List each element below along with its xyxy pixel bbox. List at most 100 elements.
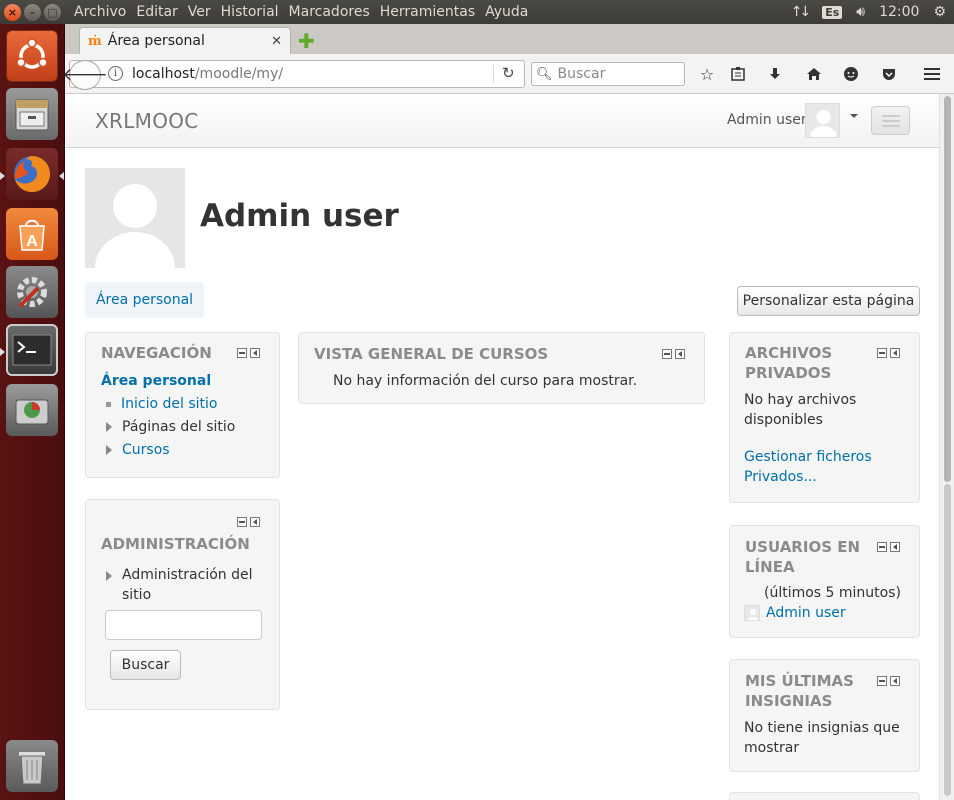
focused-app-indicator (59, 172, 64, 180)
dock-block-icon[interactable] (250, 517, 260, 527)
back-button[interactable]: 🡐 (62, 60, 108, 90)
manage-files-line2: Privados... (744, 469, 817, 485)
admin-site-item[interactable]: Administración del sitio (106, 565, 253, 605)
collapse-block-icon[interactable] (877, 348, 887, 358)
minimize-window-button[interactable]: – (24, 3, 41, 21)
menu-herramientas[interactable]: Herramientas (375, 4, 480, 20)
dock-block-icon[interactable] (890, 542, 900, 552)
badges-message-line2: mostrar (744, 740, 800, 756)
expand-arrow-icon (106, 445, 112, 455)
keyboard-layout-indicator[interactable]: Es (822, 5, 843, 19)
collapse-block-icon[interactable] (237, 348, 247, 358)
terminal-icon[interactable] (6, 324, 58, 376)
block-controls (237, 348, 260, 358)
hamburger-menu-icon[interactable] (922, 64, 942, 84)
dock-block-icon[interactable] (890, 348, 900, 358)
app-menu-bar: Archivo Editar Ver Historial Marcadores … (69, 4, 533, 20)
user-avatar[interactable] (805, 103, 840, 138)
block-controls (662, 349, 685, 359)
firefox-icon[interactable] (6, 148, 58, 200)
collapse-block-icon[interactable] (237, 517, 247, 527)
svg-text:A: A (26, 233, 38, 250)
new-tab-icon[interactable]: ✚ (298, 29, 315, 53)
nav-toggle-button[interactable] (871, 106, 910, 135)
files-icon[interactable] (6, 88, 58, 140)
nav-current-label: Área personal (101, 373, 212, 389)
admin-site-label: Administración del sitio (122, 565, 253, 605)
user-menu-caret-icon[interactable] (850, 114, 858, 118)
url-bar[interactable]: 🡐 i localhost/moodle/my/ ↻ (62, 60, 525, 90)
reload-icon[interactable]: ↻ (502, 64, 515, 82)
reading-list-icon[interactable] (728, 64, 748, 84)
url-host: localhost (132, 66, 195, 82)
menu-historial[interactable]: Historial (216, 4, 284, 20)
admin-search-input[interactable] (105, 610, 262, 640)
close-window-button[interactable]: × (4, 3, 21, 21)
close-tab-icon[interactable]: ✕ (271, 34, 282, 49)
ubuntu-dash-icon[interactable] (6, 30, 58, 82)
dock-block-icon[interactable] (250, 348, 260, 358)
bookmark-star-icon[interactable]: ☆ (697, 64, 717, 84)
menu-ver[interactable]: Ver (183, 4, 216, 20)
manage-files-line1: Gestionar ficheros (744, 449, 872, 465)
browser-tab[interactable]: ṁ Área personal ✕ (79, 27, 291, 54)
collapse-block-icon[interactable] (662, 349, 672, 359)
user-menu-name[interactable]: Admin user (727, 112, 807, 128)
collapse-block-icon[interactable] (877, 542, 887, 552)
private-files-block: ARCHIVOS PRIVADOS No hay archivos disponib… (729, 332, 920, 503)
scrollbar-thumb[interactable] (944, 96, 951, 482)
nav-item-cursos[interactable]: Cursos (106, 442, 170, 458)
site-brand[interactable]: XRLMOOC (95, 109, 199, 133)
system-settings-icon[interactable] (6, 266, 58, 318)
volume-icon[interactable]: 🔊︎ (856, 4, 865, 20)
online-user-entry[interactable]: Admin user (744, 605, 846, 621)
course-overview-message: No hay información del curso para mostra… (333, 373, 638, 389)
browser-tab-bar: ṁ Área personal ✕ ✚ (65, 24, 954, 54)
nav-item-paginas[interactable]: Páginas del sitio (106, 419, 235, 435)
url-path: /moodle/my/ (194, 66, 284, 82)
search-box[interactable]: 🔍︎ Buscar (531, 62, 685, 86)
menu-marcadores[interactable]: Marcadores (284, 4, 375, 20)
software-center-icon[interactable]: A (6, 208, 58, 260)
system-indicators: ↑↓ Es 🔊︎ 12:00 ⚙ (791, 4, 946, 20)
search-icon: 🔍︎ (536, 66, 553, 82)
collapse-block-icon[interactable] (877, 676, 887, 686)
nav-current[interactable]: Área personal (101, 373, 211, 389)
site-info-icon[interactable]: i (108, 66, 123, 81)
disk-utility-icon[interactable] (6, 384, 58, 436)
menu-archivo[interactable]: Archivo (69, 4, 131, 20)
dock-block-icon[interactable] (890, 676, 900, 686)
private-files-block-title: ARCHIVOS PRIVADOS (745, 343, 832, 383)
dock-block-icon[interactable] (675, 349, 685, 359)
scrollbar-track-lower (944, 484, 951, 796)
clock[interactable]: 12:00 (879, 4, 919, 20)
nav-item-inicio[interactable]: Inicio del sitio (106, 396, 217, 412)
network-icon[interactable]: ↑↓ (791, 4, 812, 20)
pocket-icon[interactable] (879, 64, 899, 84)
expand-arrow-icon (106, 571, 112, 581)
page-scrollbar[interactable] (939, 94, 954, 800)
trash-icon[interactable] (6, 740, 58, 792)
menu-editar[interactable]: Editar (131, 4, 182, 20)
admin-search-button[interactable]: Buscar (110, 650, 181, 680)
url-separator (493, 65, 494, 83)
url-text[interactable]: localhost/moodle/my/ (132, 66, 283, 82)
expand-arrow-icon (106, 422, 112, 432)
hello-chat-icon[interactable] (841, 64, 861, 84)
badges-block: MIS ÚLTIMAS INSIGNIAS No tiene insignias … (729, 659, 920, 772)
menu-ayuda[interactable]: Ayuda (480, 4, 533, 20)
private-files-message-line2: disponibles (744, 412, 823, 428)
browser-nav-bar: 🡐 i localhost/moodle/my/ ↻ 🔍︎ Buscar ☆ (62, 54, 954, 94)
badges-title-line2: INSIGNIAS (745, 692, 833, 710)
block-controls (877, 348, 900, 358)
maximize-window-button[interactable]: □ (44, 3, 61, 21)
search-placeholder: Buscar (557, 66, 606, 82)
manage-private-files-link[interactable]: Gestionar ficheros Privados... (744, 447, 872, 487)
online-users-title-line2: LÍNEA (745, 558, 795, 576)
moodle-page: XRLMOOC Admin user Admin user Área perso… (65, 94, 939, 800)
system-gear-icon[interactable]: ⚙ (933, 4, 946, 20)
downloads-icon[interactable] (765, 64, 785, 84)
home-icon[interactable] (804, 64, 824, 84)
customize-page-button[interactable]: Personalizar esta página (737, 286, 920, 316)
breadcrumb[interactable]: Área personal (85, 282, 204, 318)
